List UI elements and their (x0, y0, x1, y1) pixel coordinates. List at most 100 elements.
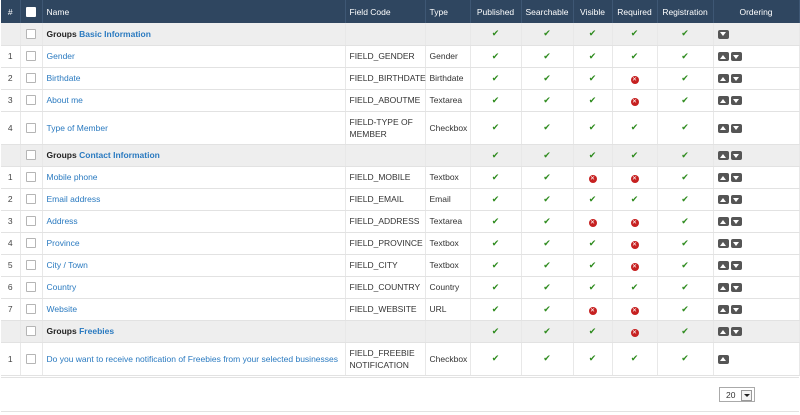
check-icon[interactable]: ✔ (631, 353, 639, 363)
row-checkbox[interactable] (26, 73, 36, 84)
check-icon[interactable]: ✔ (589, 28, 597, 38)
arrow-down-icon[interactable] (717, 29, 729, 39)
col-header-code[interactable]: Field Code (345, 0, 426, 23)
col-header-searchable[interactable]: Searchable (521, 0, 574, 23)
row-checkbox[interactable] (26, 282, 36, 293)
arrow-down-icon[interactable] (730, 173, 742, 183)
check-icon[interactable]: ✔ (589, 326, 597, 336)
check-icon[interactable]: ✔ (543, 260, 551, 270)
arrow-up-icon[interactable] (717, 327, 729, 337)
arrow-up-icon[interactable] (717, 261, 729, 271)
arrow-up-icon[interactable] (717, 96, 729, 106)
arrow-up-icon[interactable] (717, 123, 729, 133)
arrow-up-icon[interactable] (717, 239, 729, 249)
check-icon[interactable]: ✔ (492, 51, 500, 61)
check-icon[interactable]: ✔ (589, 194, 597, 204)
check-icon[interactable]: ✔ (589, 260, 597, 270)
check-icon[interactable]: ✔ (681, 172, 689, 182)
check-icon[interactable]: ✔ (543, 150, 551, 160)
check-icon[interactable]: ✔ (631, 194, 639, 204)
field-name-link[interactable]: Email address (47, 194, 101, 204)
field-name-link[interactable]: Birthdate (47, 73, 81, 83)
check-icon[interactable]: ✔ (543, 194, 551, 204)
field-name-link[interactable]: Do you want to receive notification of F… (47, 354, 339, 364)
check-icon[interactable]: ✔ (589, 51, 597, 61)
row-checkbox[interactable] (26, 29, 36, 40)
check-icon[interactable]: ✔ (492, 73, 500, 83)
check-icon[interactable]: ✔ (543, 95, 551, 105)
field-name-link[interactable]: Type of Member (47, 123, 108, 133)
check-icon[interactable]: ✔ (681, 216, 689, 226)
arrow-down-icon[interactable] (730, 96, 742, 106)
row-checkbox[interactable] (26, 238, 36, 249)
arrow-up-icon[interactable] (717, 283, 729, 293)
cross-circle-icon[interactable]: ✕ (630, 218, 639, 227)
check-icon[interactable]: ✔ (589, 238, 597, 248)
group-name-link[interactable]: Freebies (79, 326, 114, 336)
field-name-link[interactable]: Address (47, 216, 78, 226)
check-icon[interactable]: ✔ (681, 28, 689, 38)
check-icon[interactable]: ✔ (492, 216, 500, 226)
cross-circle-icon[interactable]: ✕ (588, 174, 597, 183)
check-icon[interactable]: ✔ (681, 194, 689, 204)
check-icon[interactable]: ✔ (492, 282, 500, 292)
col-header-required[interactable]: Required (612, 0, 658, 23)
check-icon[interactable]: ✔ (543, 326, 551, 336)
cross-circle-icon[interactable]: ✕ (630, 328, 639, 337)
check-icon[interactable]: ✔ (543, 28, 551, 38)
check-icon[interactable]: ✔ (681, 353, 689, 363)
row-checkbox[interactable] (26, 172, 36, 183)
field-name-link[interactable]: Province (47, 238, 80, 248)
cross-circle-icon[interactable]: ✕ (630, 97, 639, 106)
col-header-ordering[interactable]: Ordering (713, 0, 800, 23)
col-header-visible[interactable]: Visible (573, 0, 613, 23)
row-checkbox[interactable] (26, 326, 36, 337)
check-icon[interactable]: ✔ (543, 51, 551, 61)
check-icon[interactable]: ✔ (492, 260, 500, 270)
arrow-up-icon[interactable] (717, 217, 729, 227)
check-icon[interactable]: ✔ (543, 122, 551, 132)
check-icon[interactable]: ✔ (681, 122, 689, 132)
row-checkbox[interactable] (26, 353, 36, 364)
col-header-type[interactable]: Type (425, 0, 471, 23)
arrow-down-icon[interactable] (730, 195, 742, 205)
cross-circle-icon[interactable]: ✕ (630, 174, 639, 183)
arrow-up-icon[interactable] (717, 195, 729, 205)
arrow-down-icon[interactable] (730, 261, 742, 271)
row-checkbox[interactable] (26, 304, 36, 315)
row-checkbox[interactable] (26, 150, 36, 161)
check-icon[interactable]: ✔ (543, 282, 551, 292)
arrow-up-icon[interactable] (717, 354, 729, 364)
row-checkbox[interactable] (26, 194, 36, 205)
row-checkbox[interactable] (26, 95, 36, 106)
group-name-link[interactable]: Contact Information (79, 150, 160, 160)
check-icon[interactable]: ✔ (492, 150, 500, 160)
field-name-link[interactable]: About me (47, 95, 83, 105)
check-icon[interactable]: ✔ (492, 326, 500, 336)
check-icon[interactable]: ✔ (543, 353, 551, 363)
row-checkbox[interactable] (26, 122, 36, 133)
check-icon[interactable]: ✔ (631, 28, 639, 38)
check-icon[interactable]: ✔ (631, 122, 639, 132)
arrow-up-icon[interactable] (717, 74, 729, 84)
check-icon[interactable]: ✔ (589, 282, 597, 292)
check-icon[interactable]: ✔ (681, 326, 689, 336)
check-icon[interactable]: ✔ (492, 238, 500, 248)
cross-circle-icon[interactable]: ✕ (588, 218, 597, 227)
check-icon[interactable]: ✔ (589, 73, 597, 83)
cross-circle-icon[interactable]: ✕ (630, 306, 639, 315)
cross-circle-icon[interactable]: ✕ (630, 240, 639, 249)
arrow-down-icon[interactable] (730, 52, 742, 62)
check-icon[interactable]: ✔ (589, 150, 597, 160)
check-icon[interactable]: ✔ (631, 51, 639, 61)
group-name-link[interactable]: Basic Information (79, 29, 151, 39)
check-icon[interactable]: ✔ (681, 95, 689, 105)
arrow-down-icon[interactable] (730, 239, 742, 249)
chevron-down-icon[interactable] (741, 390, 752, 401)
arrow-down-icon[interactable] (730, 283, 742, 293)
check-icon[interactable]: ✔ (543, 73, 551, 83)
check-icon[interactable]: ✔ (543, 216, 551, 226)
arrow-up-icon[interactable] (717, 173, 729, 183)
check-icon[interactable]: ✔ (543, 304, 551, 314)
check-icon[interactable]: ✔ (681, 51, 689, 61)
